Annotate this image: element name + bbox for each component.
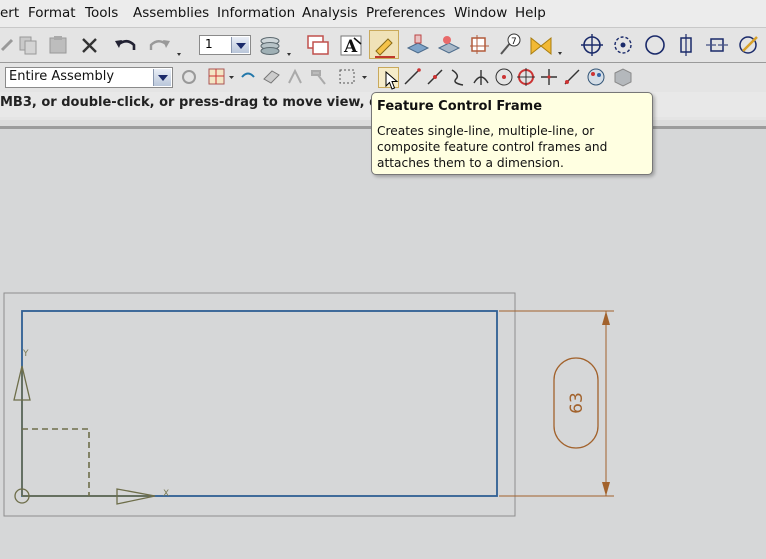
sheet-border (3, 292, 516, 517)
selection-scope-select[interactable]: Entire Assembly (5, 67, 173, 88)
tooltip: Feature Control Frame Creates single-lin… (371, 92, 653, 175)
hammer-icon-disabled[interactable] (308, 67, 330, 87)
y-axis-label: Y (22, 349, 29, 359)
automatic-centerline-icon[interactable] (736, 33, 762, 57)
paste-icon[interactable] (47, 35, 71, 55)
menu-assemblies[interactable]: Assemblies (133, 5, 209, 21)
line-through-point-icon[interactable] (425, 67, 445, 87)
detail-view-icon[interactable] (467, 32, 493, 58)
annotation-text-icon[interactable]: A (340, 34, 364, 58)
centerline-2d-icon[interactable] (705, 33, 729, 57)
cue-line-text: MB3, or double-click, or press-drag to m… (0, 95, 406, 110)
spline-icon[interactable] (448, 67, 468, 87)
target-point-icon[interactable] (580, 33, 604, 57)
cut-icon[interactable] (0, 36, 14, 56)
drawing-sheet-icon[interactable] (405, 32, 431, 58)
dashed-construction-lines (22, 428, 90, 496)
symmetric-centerline-icon[interactable] (674, 33, 698, 57)
section-view-icon[interactable] (436, 32, 462, 58)
menu-preferences[interactable]: Preferences (366, 5, 445, 21)
tooltip-title: Feature Control Frame (377, 99, 543, 114)
weld-symbol-icon[interactable] (528, 32, 566, 58)
menu-analysis[interactable]: Analysis (302, 5, 358, 21)
selection-scope-value: Entire Assembly (9, 69, 115, 84)
edit-drafting-icon[interactable] (372, 33, 398, 59)
selection-box-icon[interactable] (338, 68, 370, 86)
point-on-curve-icon[interactable] (562, 67, 582, 87)
layer-select[interactable]: 1 (199, 35, 251, 55)
selection-filter-icon[interactable] (207, 66, 237, 88)
bolt-circle-icon[interactable] (611, 33, 635, 57)
menu-help[interactable]: Help (515, 5, 546, 21)
chevron-down-icon[interactable] (153, 69, 171, 86)
tooltip-body: Creates single-line, multiple-line, or c… (377, 124, 608, 170)
eraser-icon[interactable] (262, 67, 282, 87)
dimension-arrow-top (602, 311, 610, 325)
intersection-point-icon[interactable] (471, 67, 491, 87)
circle-centerline-icon[interactable] (643, 33, 667, 57)
part-outline (21, 310, 498, 497)
copy-icon[interactable] (18, 35, 40, 55)
menu-tools[interactable]: Tools (85, 5, 118, 21)
mouse-pointer-icon (385, 70, 399, 95)
filter-reset-icon[interactable] (180, 68, 198, 86)
graphics-window[interactable]: Y X 63 (0, 129, 766, 555)
layer-select-value: 1 (205, 37, 213, 51)
snap-point-icon[interactable] (239, 68, 257, 86)
dimension-arrow-bottom (602, 482, 610, 496)
x-axis-label: X (163, 489, 169, 499)
arc-center-icon[interactable] (494, 67, 514, 87)
quadrant-point-icon[interactable] (516, 67, 536, 87)
settings-palette-icon[interactable] (585, 66, 607, 88)
menu-format[interactable]: Format (28, 5, 76, 21)
crosshair-point-icon[interactable] (539, 67, 559, 87)
svg-text:7: 7 (511, 37, 517, 47)
menu-window[interactable]: Window (454, 5, 507, 21)
grab-icon-disabled[interactable] (285, 67, 305, 87)
chevron-down-icon[interactable] (231, 37, 249, 53)
menu-information[interactable]: Information (217, 5, 295, 21)
dimension-value: 63 (567, 392, 587, 414)
drawing-canvas[interactable]: Y X 63 (0, 129, 766, 555)
undo-icon[interactable] (113, 36, 139, 56)
delete-icon[interactable] (80, 36, 100, 56)
menu-bar: ert Format Tools Assemblies Information … (0, 0, 766, 28)
model-view-icon-disabled[interactable] (612, 67, 634, 87)
inspection-icon[interactable]: 7 (497, 32, 523, 58)
redo-icon[interactable] (146, 36, 182, 58)
views-icon[interactable] (306, 34, 332, 58)
line-tool-icon[interactable] (402, 67, 422, 87)
menu-insert[interactable]: ert (0, 5, 19, 21)
layer-settings-icon[interactable] (258, 34, 294, 58)
